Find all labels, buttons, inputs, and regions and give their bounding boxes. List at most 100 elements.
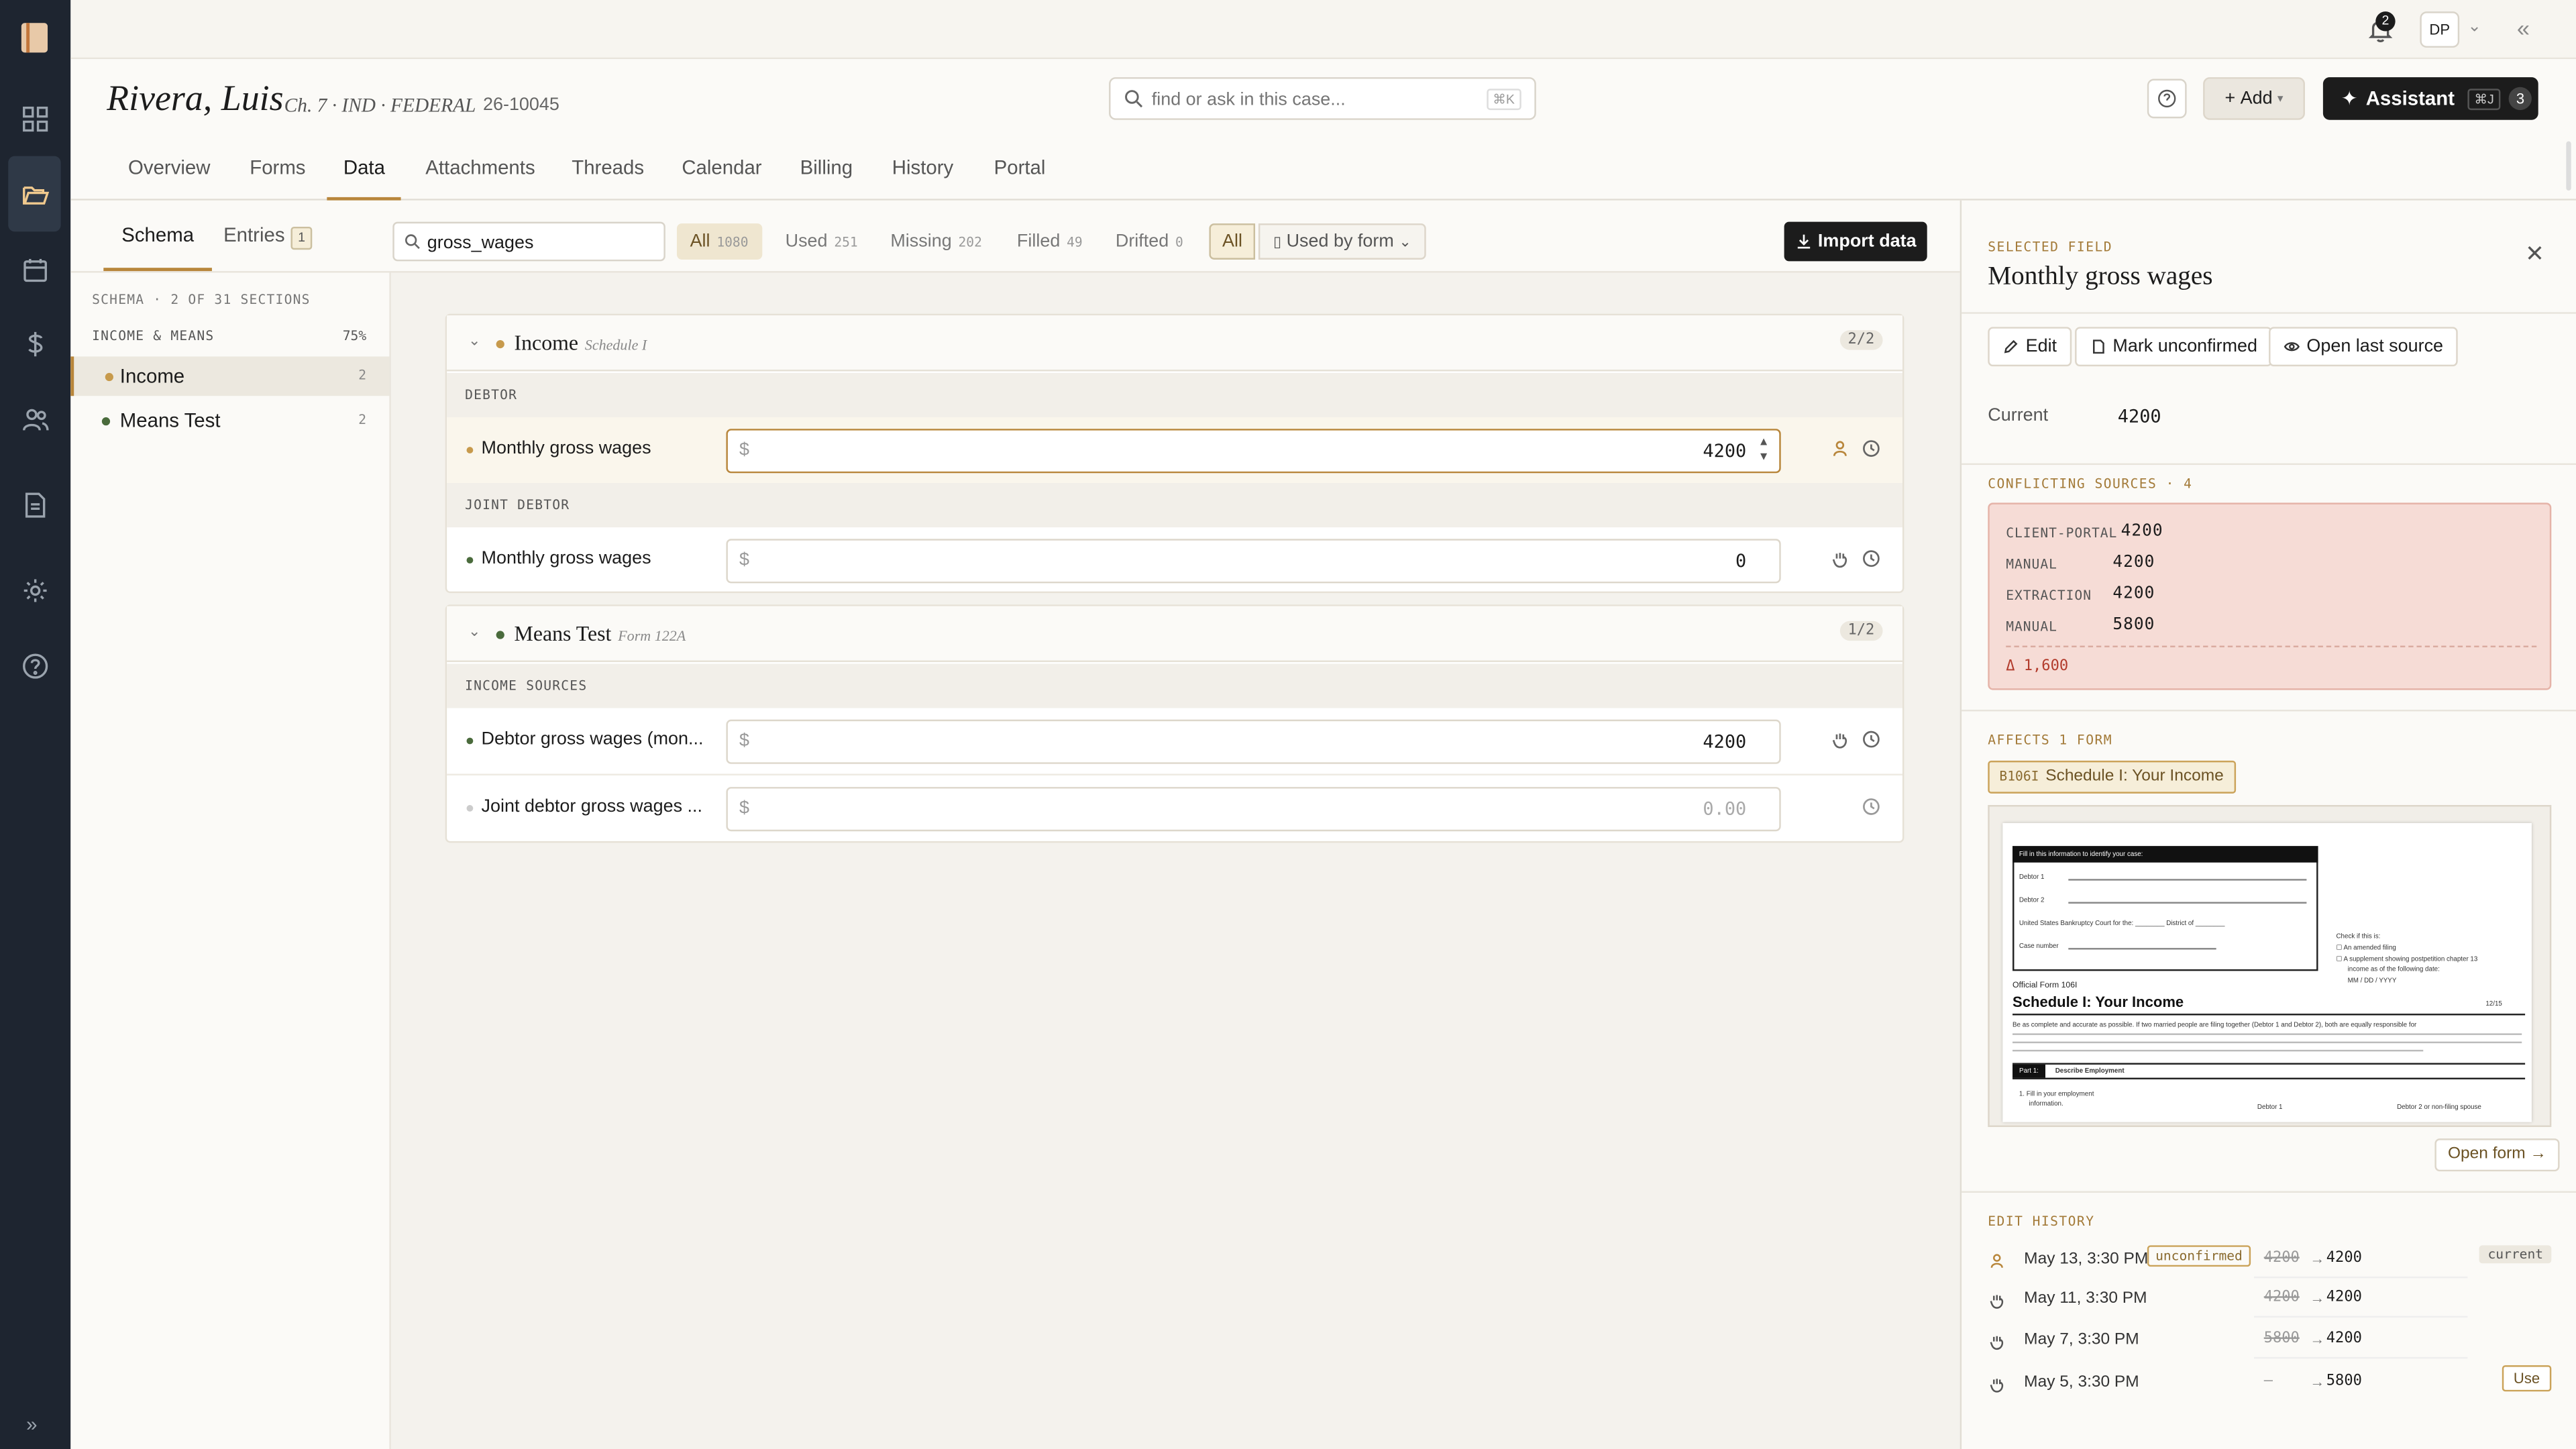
conflict-row[interactable]: EXTRACTION 4200 bbox=[2006, 585, 2154, 603]
conflict-source: MANUAL bbox=[2006, 557, 2057, 572]
schema-tab[interactable]: Schema bbox=[103, 201, 212, 272]
status-dot bbox=[466, 447, 474, 453]
preview-text: Debtor 1 bbox=[2257, 1102, 2283, 1111]
tab-history[interactable]: History bbox=[875, 138, 969, 201]
history-clock-icon[interactable] bbox=[1862, 729, 1881, 749]
assistant-button-label: Assistant bbox=[2365, 87, 2455, 111]
field-search-input[interactable] bbox=[427, 228, 657, 257]
field-input[interactable]: $ 0.00 bbox=[726, 787, 1781, 832]
filter-missing[interactable]: Missing 202 bbox=[877, 223, 996, 260]
history-date: May 13, 3:30 PM bbox=[2024, 1250, 2149, 1269]
form-preview[interactable]: Fill in this information to identify you… bbox=[1988, 805, 2552, 1128]
schema-item-means-test[interactable]: Means Test 2 bbox=[70, 401, 389, 441]
avatar[interactable]: DP bbox=[2420, 11, 2460, 48]
filter-all[interactable]: All 1080 bbox=[676, 223, 762, 260]
history-old-value: 4200 bbox=[2263, 1250, 2300, 1267]
preview-text: United States Bankruptcy Court for the: … bbox=[2019, 918, 2225, 927]
section-title: Means Test Form 122A bbox=[515, 621, 686, 647]
used-by-form-dropdown[interactable]: ▯ Used by form ⌄ bbox=[1258, 223, 1426, 260]
field-row[interactable]: Debtor gross wages (mon... $ 4200 bbox=[447, 708, 1902, 775]
currency-symbol: $ bbox=[739, 440, 750, 460]
tab-portal[interactable]: Portal bbox=[977, 138, 1062, 201]
chevron-down-icon: ⌄ bbox=[1399, 233, 1411, 250]
expand-nav-button[interactable]: » bbox=[26, 1413, 37, 1436]
history-clock-icon[interactable] bbox=[1862, 549, 1881, 568]
scrollbar[interactable] bbox=[2566, 141, 2571, 191]
tab-calendar[interactable]: Calendar bbox=[665, 138, 778, 201]
field-input[interactable]: $ 0 bbox=[726, 539, 1781, 584]
affected-form-badge[interactable]: B106I Schedule I: Your Income bbox=[1988, 760, 2235, 794]
field-row[interactable]: Monthly gross wages $ 0 bbox=[447, 527, 1902, 594]
filter-used-count: 251 bbox=[834, 235, 858, 250]
scope-all-button[interactable]: All bbox=[1209, 223, 1256, 260]
document-icon[interactable] bbox=[8, 467, 60, 543]
help-circle-icon[interactable] bbox=[8, 628, 60, 704]
conflict-row[interactable]: MANUAL 4200 bbox=[2006, 553, 2154, 572]
add-button[interactable]: + Add ▾ bbox=[2203, 77, 2305, 120]
edit-button[interactable]: Edit bbox=[1988, 327, 2072, 367]
conflict-row[interactable]: MANUAL 5800 bbox=[2006, 616, 2154, 634]
tab-attachments[interactable]: Attachments bbox=[409, 138, 551, 201]
history-date: May 11, 3:30 PM bbox=[2024, 1289, 2147, 1308]
filter-used[interactable]: Used 251 bbox=[772, 223, 871, 260]
open-last-source-button[interactable]: Open last source bbox=[2269, 327, 2459, 367]
import-data-button[interactable]: Import data bbox=[1784, 221, 1927, 262]
conflict-row[interactable]: CLIENT-PORTAL 4200 bbox=[2006, 523, 2162, 541]
hand-icon[interactable] bbox=[1830, 729, 1849, 749]
field-input[interactable]: $ 4200 ▲ ▼ bbox=[726, 429, 1781, 474]
chevron-down-icon[interactable]: ⌄ bbox=[2467, 18, 2481, 36]
field-row[interactable]: Monthly gross wages $ 4200 ▲ ▼ bbox=[447, 417, 1902, 485]
assistant-button[interactable]: ✦ Assistant ⌘J 3 bbox=[2322, 77, 2538, 120]
person-icon[interactable] bbox=[1830, 439, 1849, 458]
conflict-source: CLIENT-PORTAL bbox=[2006, 525, 2118, 541]
preview-text: 12/15 bbox=[2485, 998, 2502, 1008]
stepper-icon[interactable]: ▲ ▼ bbox=[1758, 435, 1770, 465]
close-icon[interactable]: ✕ bbox=[2525, 240, 2544, 268]
help-button[interactable] bbox=[2147, 78, 2187, 119]
history-clock-icon[interactable] bbox=[1862, 797, 1881, 816]
filter-filled[interactable]: Filled 49 bbox=[1004, 223, 1095, 260]
schema-item-income[interactable]: Income 2 bbox=[70, 356, 390, 396]
status-dot bbox=[496, 631, 504, 639]
field-row[interactable]: Joint debtor gross wages ... $ 0.00 bbox=[447, 775, 1902, 843]
preview-line bbox=[2068, 879, 2307, 881]
entries-tab[interactable]: Entries 1 bbox=[223, 201, 312, 271]
users-icon[interactable] bbox=[8, 381, 60, 457]
app-logo-icon[interactable] bbox=[21, 23, 48, 53]
assistant-shortcut: ⌘J bbox=[2467, 88, 2501, 109]
field-input[interactable]: $ 4200 bbox=[726, 719, 1781, 764]
section-header[interactable]: ⌄ Income Schedule I 2/2 bbox=[447, 315, 1902, 372]
collapse-panel-icon[interactable]: « bbox=[2517, 15, 2530, 41]
mark-unconfirmed-button[interactable]: Mark unconfirmed bbox=[2075, 327, 2273, 367]
preview-text: Debtor 2 bbox=[2019, 895, 2045, 904]
conflicts-label: CONFLICTING SOURCES · 4 bbox=[1988, 476, 2193, 492]
chevron-down-icon[interactable]: ⌄ bbox=[468, 623, 480, 641]
gear-icon[interactable] bbox=[8, 552, 60, 628]
use-button[interactable]: Use bbox=[2502, 1365, 2552, 1392]
client-name: Rivera, Luis bbox=[107, 77, 284, 119]
history-clock-icon[interactable] bbox=[1862, 439, 1881, 458]
filter-drifted[interactable]: Drifted 0 bbox=[1102, 223, 1196, 260]
case-header: Rivera, Luis Ch. 7 · IND · FEDERAL 26-10… bbox=[70, 59, 2576, 138]
document-icon: ▯ bbox=[1273, 233, 1282, 250]
section-header[interactable]: ⌄ Means Test Form 122A 1/2 bbox=[447, 606, 1902, 662]
tab-threads[interactable]: Threads bbox=[555, 138, 661, 201]
section-name: Income bbox=[514, 330, 579, 355]
tab-billing[interactable]: Billing bbox=[784, 138, 869, 201]
folder-open-icon[interactable] bbox=[8, 156, 61, 232]
calendar-icon[interactable] bbox=[8, 231, 60, 307]
dollar-icon[interactable] bbox=[8, 306, 60, 382]
chevron-down-icon[interactable]: ⌄ bbox=[468, 332, 480, 350]
field-search[interactable] bbox=[392, 221, 665, 262]
tab-forms[interactable]: Forms bbox=[233, 138, 322, 201]
hand-icon[interactable] bbox=[1830, 549, 1849, 568]
case-search-input[interactable] bbox=[1151, 85, 1472, 113]
dashboard-icon[interactable] bbox=[8, 80, 60, 156]
case-search[interactable]: ⌘K bbox=[1109, 77, 1536, 120]
tab-data[interactable]: Data bbox=[327, 138, 402, 201]
top-bar: 2 DP ⌄ « bbox=[70, 0, 2576, 60]
open-form-button[interactable]: Open form → bbox=[2434, 1138, 2560, 1172]
divider bbox=[2254, 1276, 2468, 1279]
section-means-test: ⌄ Means Test Form 122A 1/2 INCOME SOURCES… bbox=[445, 604, 1904, 843]
tab-overview[interactable]: Overview bbox=[112, 138, 227, 201]
